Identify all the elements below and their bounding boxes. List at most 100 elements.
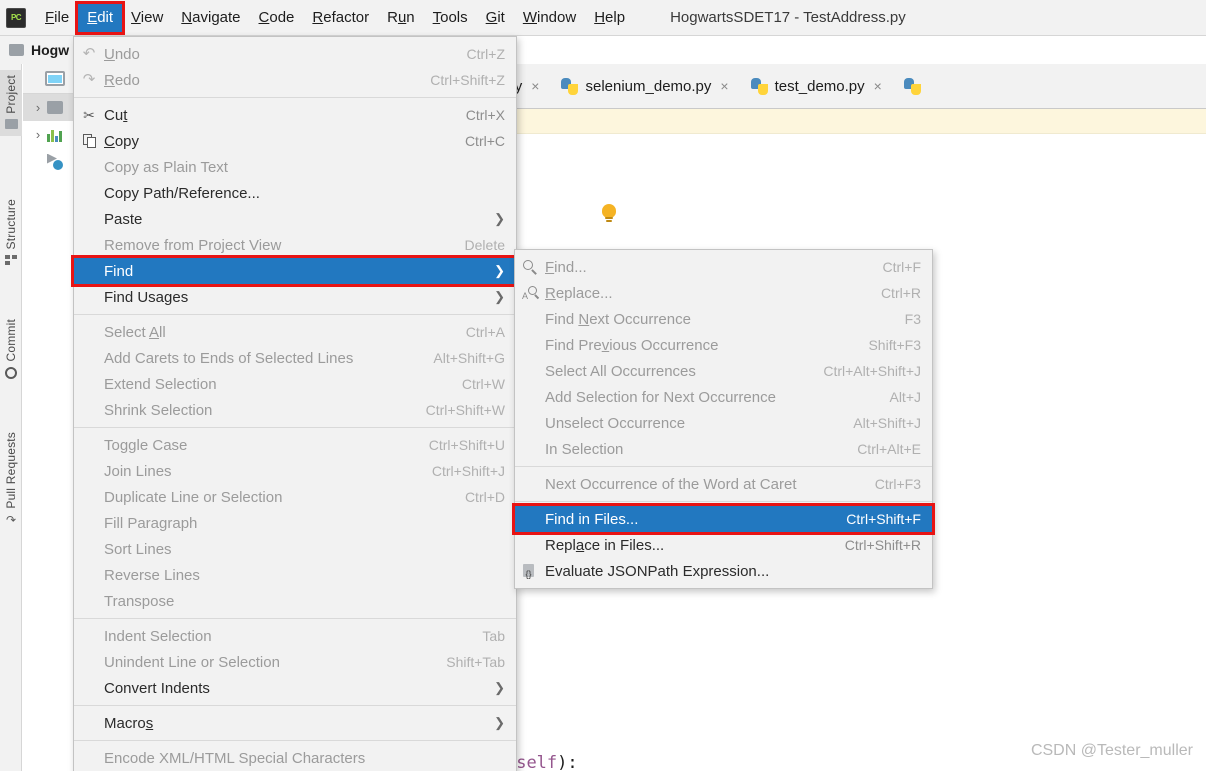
menu-git[interactable]: Git: [477, 4, 514, 32]
close-icon[interactable]: ×: [720, 79, 728, 93]
close-icon[interactable]: ×: [531, 79, 539, 93]
menu-item-find-in-files[interactable]: Find in Files... Ctrl+Shift+F: [512, 503, 935, 535]
menu-code[interactable]: Code: [250, 4, 304, 32]
menu-item-label: Replace...: [545, 284, 613, 302]
menu-item-remove-from-project-view[interactable]: Remove from Project View Delete: [74, 232, 516, 258]
menu-item-icon: ↷: [74, 71, 104, 88]
menu-item-indent-selection[interactable]: Indent Selection Tab: [74, 623, 516, 649]
menu-item-paste[interactable]: Paste ❯: [74, 206, 516, 232]
menu-item-label: Fill Paragraph: [104, 514, 198, 532]
menu-item-next-occurrence-of-the-word-at-caret[interactable]: Next Occurrence of the Word at Caret Ctrl…: [515, 471, 932, 497]
menu-label: Navigate: [181, 8, 241, 26]
menu-item-transpose[interactable]: Transpose: [74, 588, 516, 614]
menu-item-macros[interactable]: Macros ❯: [74, 710, 516, 736]
menu-item-find-previous-occurrence[interactable]: Find Previous Occurrence Shift+F3: [515, 332, 932, 358]
menu-item-shortcut: Delete: [464, 237, 505, 253]
menu-item-duplicate-line-or-selection[interactable]: Duplicate Line or Selection Ctrl+D: [74, 484, 516, 510]
menu-item-reverse-lines[interactable]: Reverse Lines: [74, 562, 516, 588]
menu-item-copy-as-plain-text[interactable]: Copy as Plain Text: [74, 154, 516, 180]
menu-item-label: Add Carets to Ends of Selected Lines: [104, 349, 354, 367]
chevron-right-icon[interactable]: ›: [29, 127, 47, 142]
menu-item-redo[interactable]: ↷ Redo Ctrl+Shift+Z: [74, 67, 516, 93]
bar-chart-icon: [47, 128, 63, 142]
menu-item-evaluate-jsonpath-expression[interactable]: {} Evaluate JSONPath Expression...: [515, 558, 932, 584]
window-title: HogwartsSDET17 - TestAddress.py: [670, 9, 906, 26]
menu-edit[interactable]: Edit: [75, 0, 126, 35]
menu-item-undo[interactable]: ↶ Undo Ctrl+Z: [74, 41, 516, 67]
menu-item-encode-xml-html-special-characters[interactable]: Encode XML/HTML Special Characters: [74, 745, 516, 771]
close-icon[interactable]: ×: [874, 79, 882, 93]
editor-tab-overflow[interactable]: [892, 64, 928, 108]
menu-window[interactable]: Window: [514, 4, 585, 32]
menu-item-shortcut: Ctrl+Z: [466, 46, 506, 62]
menu-item-in-selection[interactable]: In Selection Ctrl+Alt+E: [515, 436, 932, 462]
menu-item-label: Macros: [104, 714, 154, 732]
menu-item-join-lines[interactable]: Join Lines Ctrl+Shift+J: [74, 458, 516, 484]
menu-item-shortcut: Ctrl+Shift+U: [428, 437, 505, 453]
menu-item-icon: ↶: [74, 45, 104, 62]
chevron-right-icon[interactable]: ›: [29, 100, 47, 115]
menu-item-shortcut: Ctrl+F: [882, 259, 922, 275]
menu-item-select-all-occurrences[interactable]: Select All Occurrences Ctrl+Alt+Shift+J: [515, 358, 932, 384]
menu-tools[interactable]: Tools: [424, 4, 477, 32]
sidebar-item-structure[interactable]: Structure: [0, 194, 22, 272]
menu-item-sort-lines[interactable]: Sort Lines: [74, 536, 516, 562]
menu-item-add-selection-for-next-occurrence[interactable]: Add Selection for Next Occurrence Alt+J: [515, 384, 932, 410]
menu-item-shortcut: Ctrl+Alt+Shift+J: [823, 363, 921, 379]
menu-item-replace[interactable]: A Replace... Ctrl+R: [515, 280, 932, 306]
menu-item-add-carets-to-ends-of-selected-lines[interactable]: Add Carets to Ends of Selected Lines Alt+…: [74, 345, 516, 371]
editor-tab-selenium_demo-py[interactable]: selenium_demo.py ×: [549, 64, 738, 108]
project-window-icon[interactable]: [45, 71, 65, 86]
editor-tab-test_demo-py[interactable]: test_demo.py ×: [739, 64, 892, 108]
menu-item-icon: A: [515, 285, 545, 301]
menu-item-convert-indents[interactable]: Convert Indents ❯: [74, 675, 516, 701]
menu-refactor[interactable]: Refactor: [303, 4, 378, 32]
redo-icon: ↷: [82, 71, 96, 88]
tool-window-stripe: Project Structure Commit ↷ Pull Requests: [0, 64, 22, 771]
menu-separator: [74, 705, 516, 706]
jsonpath-icon: {}: [522, 563, 538, 579]
menu-item-replace-in-files[interactable]: Replace in Files... Ctrl+Shift+R: [515, 532, 932, 558]
menu-bar-items: File Edit View Navigate Code Refactor Run Tools…: [36, 0, 634, 35]
menu-item-shortcut: Ctrl+Shift+F: [846, 511, 921, 527]
sidebar-item-pull-requests[interactable]: ↷ Pull Requests: [0, 427, 22, 533]
menu-item-shortcut: Ctrl+Shift+J: [431, 463, 505, 479]
structure-icon: [4, 254, 18, 265]
menu-navigate[interactable]: Navigate: [172, 4, 249, 32]
menu-item-find-next-occurrence[interactable]: Find Next Occurrence F3: [515, 306, 932, 332]
menu-separator: [74, 618, 516, 619]
menu-label: Tools: [432, 8, 468, 26]
sidebar-item-label: Commit: [4, 319, 18, 362]
menu-item-find-usages[interactable]: Find Usages ❯: [74, 284, 516, 310]
menu-help[interactable]: Help: [585, 4, 634, 32]
menu-view[interactable]: View: [122, 4, 172, 32]
menu-item-shortcut: Ctrl+Shift+R: [844, 537, 921, 553]
lightbulb-icon[interactable]: [602, 204, 616, 222]
menu-item-shortcut: Ctrl+Shift+W: [425, 402, 505, 418]
menu-item-unindent-line-or-selection[interactable]: Unindent Line or Selection Shift+Tab: [74, 649, 516, 675]
menu-item-find[interactable]: Find ❯: [71, 255, 519, 287]
menu-item-shortcut: Alt+Shift+J: [853, 415, 921, 431]
menu-item-extend-selection[interactable]: Extend Selection Ctrl+W: [74, 371, 516, 397]
menu-item-label: Unselect Occurrence: [545, 414, 686, 432]
run-history-icon: [47, 153, 64, 170]
menu-item-shortcut: Ctrl+A: [465, 324, 505, 340]
menu-item-cut[interactable]: ✂ Cut Ctrl+X: [74, 102, 516, 128]
menu-item-label: Replace in Files...: [545, 536, 665, 554]
menu-item-select-all[interactable]: Select All Ctrl+A: [74, 319, 516, 345]
menu-item-copy[interactable]: Copy Ctrl+C: [74, 128, 516, 154]
menu-item-fill-paragraph[interactable]: Fill Paragraph: [74, 510, 516, 536]
menu-run[interactable]: Run: [378, 4, 424, 32]
sidebar-item-commit[interactable]: Commit: [0, 314, 22, 386]
menu-item-label: Reverse Lines: [104, 566, 200, 584]
menu-file[interactable]: File: [36, 4, 78, 32]
menu-item-toggle-case[interactable]: Toggle Case Ctrl+Shift+U: [74, 432, 516, 458]
menu-item-find[interactable]: Find... Ctrl+F: [515, 254, 932, 280]
menu-item-shortcut: Alt+Shift+G: [433, 350, 505, 366]
menu-item-unselect-occurrence[interactable]: Unselect Occurrence Alt+Shift+J: [515, 410, 932, 436]
menu-item-label: Shrink Selection: [104, 401, 213, 419]
menu-item-shrink-selection[interactable]: Shrink Selection Ctrl+Shift+W: [74, 397, 516, 423]
menu-item-copy-path-reference[interactable]: Copy Path/Reference...: [74, 180, 516, 206]
undo-icon: ↶: [82, 45, 96, 62]
sidebar-item-project[interactable]: Project: [0, 70, 22, 136]
